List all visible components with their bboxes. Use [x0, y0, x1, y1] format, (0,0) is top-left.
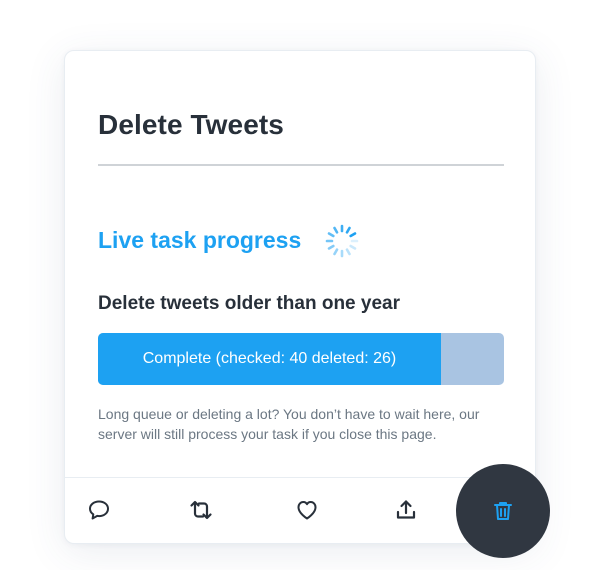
- reply-icon: [89, 500, 109, 520]
- divider: [98, 164, 504, 166]
- progress-heading: Live task progress: [98, 227, 302, 253]
- delete-button[interactable]: [456, 464, 550, 558]
- progress-bar: Complete (checked: 40 deleted: 26): [98, 333, 504, 385]
- progress-label: Complete (checked: 40 deleted: 26): [142, 350, 397, 367]
- reply-button[interactable]: [85, 496, 113, 524]
- task-name: Delete tweets older than one year: [98, 293, 400, 314]
- trash-icon: [494, 502, 512, 520]
- share-icon: [396, 500, 416, 519]
- share-button[interactable]: [392, 496, 420, 524]
- card-title: Delete Tweets: [98, 109, 284, 140]
- retweet-button[interactable]: [187, 496, 215, 524]
- like-icon: [297, 501, 317, 520]
- loading-spinner-icon: [325, 224, 359, 258]
- retweet-icon: [190, 500, 212, 520]
- queue-note: Long queue or deleting a lot? You don’t …: [98, 406, 480, 442]
- like-button[interactable]: [293, 496, 321, 524]
- delete-tweets-card: Delete Tweets Live task progress Delete …: [64, 50, 536, 544]
